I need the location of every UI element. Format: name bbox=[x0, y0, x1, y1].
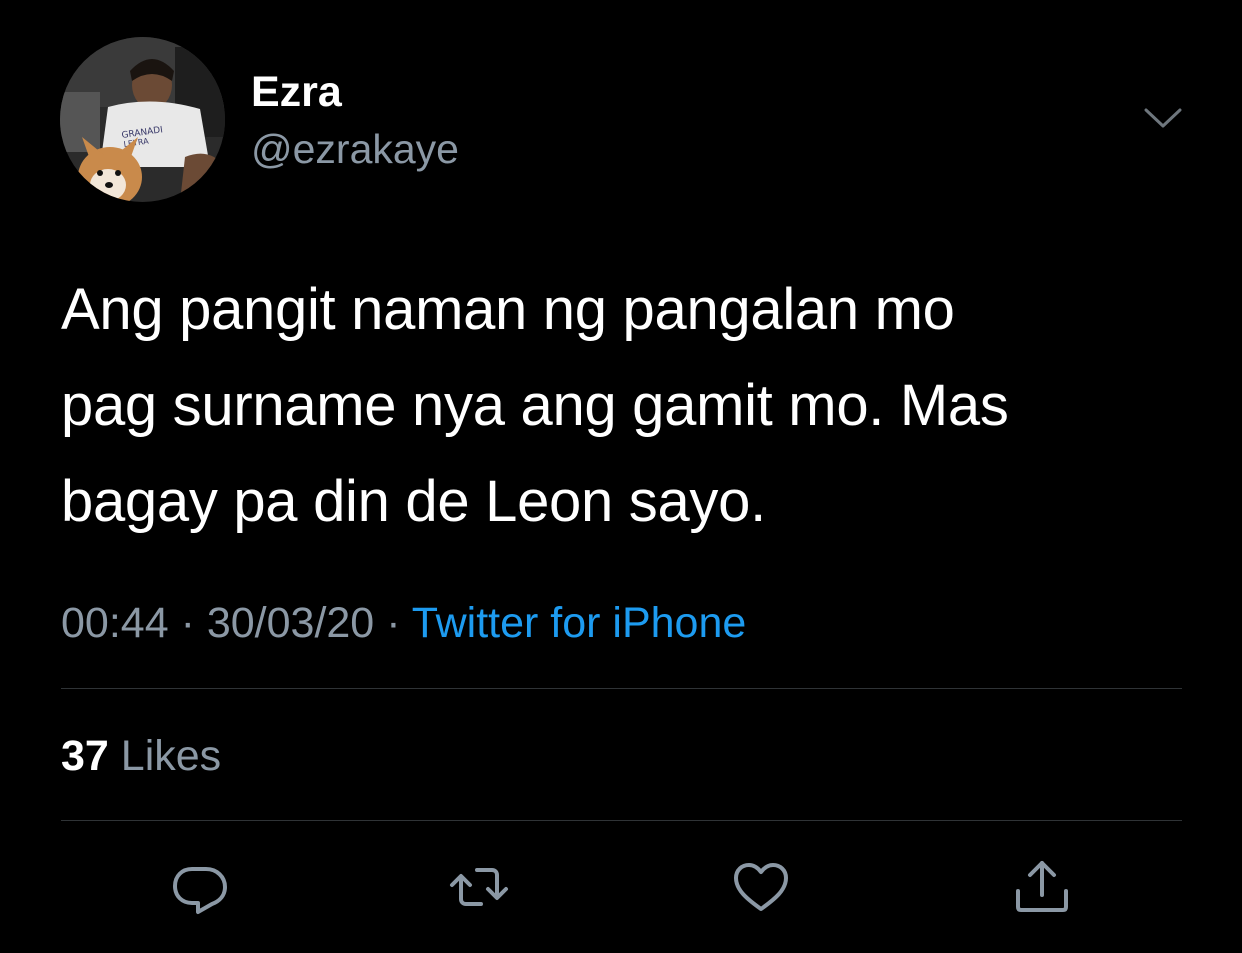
reply-icon bbox=[173, 867, 227, 914]
retweet-icon bbox=[450, 868, 508, 906]
tweet-text-line: pag surname nya ang gamit mo. Mas bbox=[61, 373, 1009, 438]
user-handle[interactable]: @ezrakaye bbox=[251, 126, 459, 172]
chevron-down-icon[interactable] bbox=[1140, 98, 1186, 138]
tweet-metadata: 00:44 · 30/03/20 · Twitter for iPhone bbox=[61, 598, 746, 648]
likes-stat[interactable]: 37 Likes bbox=[61, 731, 221, 781]
tweet-date: 30/03/20 bbox=[206, 599, 375, 647]
divider bbox=[61, 688, 1182, 689]
tweet-text-line: Ang pangit naman ng pangalan mo bbox=[61, 277, 955, 342]
avatar[interactable]: GRANADI LEYRA bbox=[60, 37, 225, 202]
share-icon bbox=[1016, 861, 1068, 912]
tweet-text: Ang pangit naman ng pangalan mo pag surn… bbox=[61, 262, 1191, 550]
divider bbox=[61, 820, 1182, 821]
share-button[interactable] bbox=[1010, 855, 1074, 919]
separator: · bbox=[180, 599, 195, 647]
display-name[interactable]: Ezra bbox=[251, 68, 342, 116]
likes-label: Likes bbox=[120, 732, 222, 780]
reply-button[interactable] bbox=[168, 855, 232, 919]
like-button[interactable] bbox=[729, 855, 793, 919]
heart-icon bbox=[734, 863, 788, 911]
tweet-time: 00:44 bbox=[61, 599, 169, 647]
likes-count: 37 bbox=[61, 732, 109, 780]
tweet-source-link[interactable]: Twitter for iPhone bbox=[412, 599, 747, 647]
retweet-button[interactable] bbox=[447, 855, 511, 919]
tweet-detail: GRANADI LEYRA Ezra @ezrakaye Ang pangit … bbox=[0, 0, 1242, 953]
tweet-text-line: bagay pa din de Leon sayo. bbox=[61, 469, 766, 534]
separator: · bbox=[386, 599, 401, 647]
